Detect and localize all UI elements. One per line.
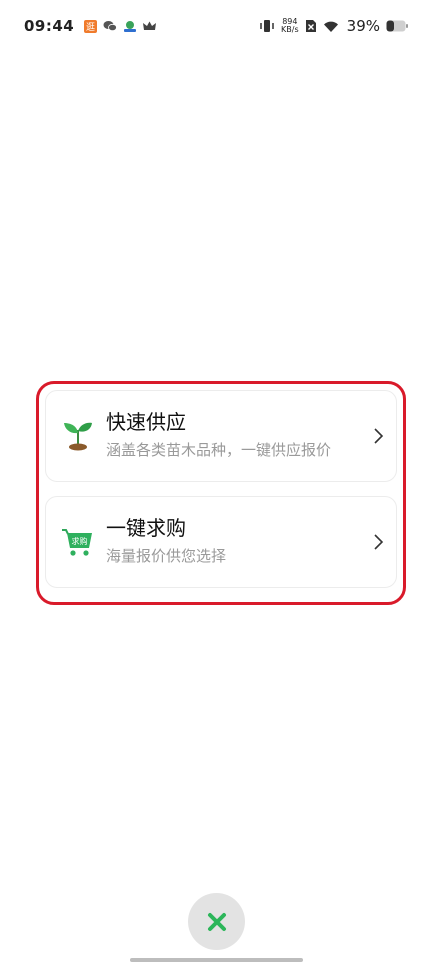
status-right: 894 KB/s 39%: [259, 17, 408, 35]
quick-supply-text: 快速供应 涵盖各类苗木品种，一键供应报价: [106, 409, 360, 461]
close-button[interactable]: [188, 893, 245, 950]
svg-text:逛: 逛: [86, 21, 95, 33]
battery-percent: 39%: [346, 17, 380, 35]
status-time: 09:44: [24, 17, 75, 35]
quick-purchase-text: 一键求购 海量报价供您选择: [106, 515, 360, 567]
cart-badge-text: 求购: [72, 536, 88, 546]
app-notification-icon: 逛: [84, 19, 98, 33]
wifi-icon: [323, 20, 339, 33]
action-panel: 快速供应 涵盖各类苗木品种，一键供应报价 求购 一键求购 海量报价供您选择: [36, 381, 406, 605]
status-left: 09:44 逛: [24, 17, 157, 35]
quick-supply-card[interactable]: 快速供应 涵盖各类苗木品种，一键供应报价: [45, 390, 397, 482]
network-speed-unit: KB/s: [281, 25, 299, 34]
quick-purchase-subtitle: 海量报价供您选择: [106, 547, 227, 565]
quick-supply-title: 快速供应: [106, 410, 186, 434]
quick-purchase-title: 一键求购: [106, 516, 186, 540]
quick-purchase-card[interactable]: 求购 一键求购 海量报价供您选择: [45, 496, 397, 588]
vibrate-icon: [259, 19, 275, 33]
map-app-icon: [123, 20, 137, 33]
seedling-icon: [60, 418, 96, 454]
crown-icon: [143, 21, 157, 32]
close-icon: [207, 912, 226, 931]
home-indicator[interactable]: [130, 958, 303, 962]
battery-icon: [386, 20, 408, 32]
cart-icon: 求购: [60, 524, 96, 560]
network-speed: 894 KB/s: [281, 18, 299, 34]
no-sim-icon: [305, 19, 317, 33]
status-bar: 09:44 逛 894 KB/s 39%: [0, 0, 432, 52]
wechat-icon: [103, 20, 118, 32]
chevron-right-icon: [368, 532, 388, 552]
chevron-right-icon: [368, 426, 388, 446]
quick-supply-subtitle: 涵盖各类苗木品种，一键供应报价: [106, 441, 332, 459]
